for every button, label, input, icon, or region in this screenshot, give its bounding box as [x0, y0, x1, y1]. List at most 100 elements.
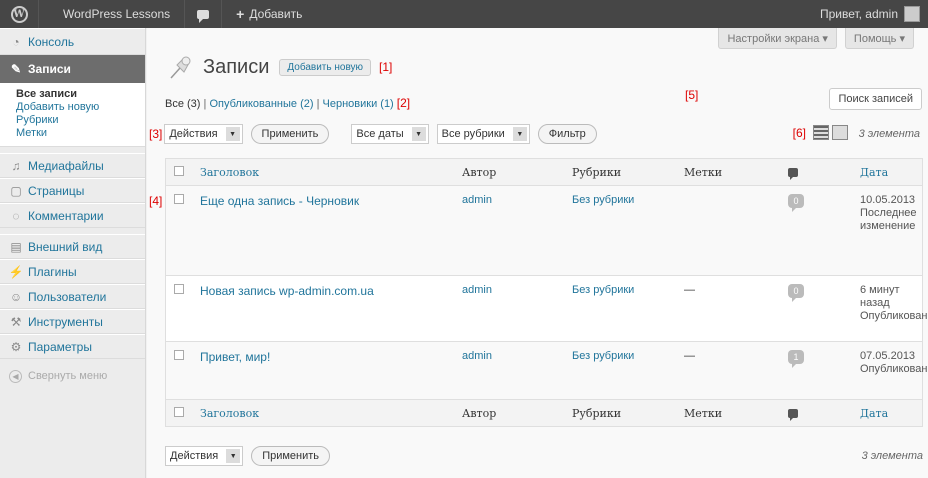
column-categories-header: Рубрики: [564, 158, 676, 186]
menu-item-pages[interactable]: ▢ Страницы: [0, 178, 145, 203]
menu-item-media[interactable]: ♫ Медиафайлы: [0, 153, 145, 178]
view-all-link[interactable]: Все (3): [165, 98, 200, 110]
comments-icon: ◌: [12, 208, 20, 223]
bulk-actions-select[interactable]: Действия ▼: [164, 124, 243, 144]
column-title-footer[interactable]: Заголовок: [200, 407, 259, 420]
appearance-icon: ▤: [10, 239, 22, 254]
menu-label: Комментарии: [28, 208, 104, 223]
category-link[interactable]: Без рубрики: [572, 194, 634, 206]
chevron-down-icon: ▼: [512, 127, 527, 141]
column-title-header[interactable]: Заголовок: [200, 166, 259, 179]
author-link[interactable]: admin: [462, 350, 492, 362]
wordpress-logo-icon[interactable]: W: [0, 0, 38, 28]
add-new-menu[interactable]: + Добавить: [222, 0, 310, 28]
posts-submenu: Все записи Добавить новую Рубрики Метки: [0, 83, 145, 147]
menu-item-users[interactable]: ☺ Пользователи: [0, 284, 145, 309]
annotation-marker: [3]: [149, 127, 163, 141]
comment-count-badge[interactable]: 0: [788, 194, 804, 212]
collapse-arrow-icon: ◀: [9, 369, 22, 383]
menu-item-appearance[interactable]: ▤ Внешний вид: [0, 234, 145, 259]
comment-icon: [197, 9, 210, 23]
select-value: Действия: [170, 450, 219, 462]
column-author-header: Автор: [454, 158, 564, 186]
menu-item-plugins[interactable]: ⚡ Плагины: [0, 259, 145, 284]
menu-item-dashboard[interactable]: ◔ Консоль: [0, 28, 145, 55]
column-date-header[interactable]: Дата: [860, 166, 888, 179]
column-tags-header: Метки: [676, 158, 780, 186]
users-icon: ☺: [9, 289, 23, 304]
comments-button[interactable]: [185, 0, 221, 28]
table-header-row: Заголовок Автор Рубрики Метки Дата: [165, 158, 923, 186]
pages-icon: ▢: [10, 183, 22, 198]
menu-item-posts[interactable]: ✎ Записи: [0, 55, 145, 83]
apply-button[interactable]: Применить: [250, 124, 330, 144]
author-link[interactable]: admin: [462, 284, 492, 296]
select-value: Все рубрики: [441, 128, 505, 140]
dates-filter-select[interactable]: Все даты ▼: [351, 124, 429, 144]
comment-count-badge[interactable]: 0: [788, 284, 804, 302]
select-all-checkbox[interactable]: [174, 406, 184, 417]
menu-item-tools[interactable]: ⚒ Инструменты: [0, 309, 145, 334]
items-count: 3 элемента: [861, 450, 923, 462]
post-title-link[interactable]: Новая запись wp-admin.com.ua: [200, 284, 374, 298]
screen-options-tab[interactable]: Настройки экрана ▾: [718, 28, 837, 49]
view-published-link[interactable]: Опубликованные (2): [209, 98, 313, 110]
post-title-link[interactable]: Еще одна запись - Черновик: [200, 194, 359, 208]
menu-label: Плагины: [28, 264, 77, 279]
row-checkbox[interactable]: [174, 194, 184, 204]
chevron-down-icon: ▼: [226, 449, 241, 463]
bulk-actions-select-bottom[interactable]: Действия ▼: [165, 446, 244, 466]
media-icon: ♫: [11, 158, 21, 173]
column-author-footer: Автор: [454, 399, 564, 427]
my-account-menu[interactable]: Привет, admin: [812, 0, 928, 28]
menu-label: Записи: [28, 62, 71, 76]
menu-item-settings[interactable]: ⚙ Параметры: [0, 334, 145, 359]
list-view-icon[interactable]: [813, 125, 829, 140]
menu-item-comments[interactable]: ◌ Комментарии: [0, 203, 145, 228]
submenu-tags[interactable]: Метки: [16, 127, 145, 140]
author-link[interactable]: admin: [462, 194, 492, 206]
row-checkbox[interactable]: [174, 284, 184, 294]
annotation-marker: [1]: [379, 60, 393, 74]
post-date: 07.05.2013 Опубликовано: [860, 350, 928, 375]
category-link[interactable]: Без рубрики: [572, 350, 634, 362]
filter-button[interactable]: Фильтр: [537, 124, 597, 144]
comment-count-badge[interactable]: 1: [788, 350, 804, 368]
excerpt-view-icon[interactable]: [832, 125, 848, 140]
chevron-down-icon: ▼: [411, 127, 426, 141]
tools-icon: ⚒: [10, 314, 22, 329]
select-all-checkbox[interactable]: [174, 165, 184, 176]
column-categories-footer: Рубрики: [564, 399, 676, 427]
submenu-all-posts[interactable]: Все записи: [16, 88, 145, 101]
view-drafts-link[interactable]: Черновики (1): [323, 98, 394, 110]
row-checkbox[interactable]: [174, 350, 184, 360]
select-value: Все даты: [356, 128, 404, 140]
menu-label: Пользователи: [28, 289, 107, 304]
collapse-menu-button[interactable]: ◀ Свернуть меню: [0, 363, 145, 389]
page-header: Записи Добавить новую [1]: [167, 54, 392, 80]
annotation-marker: [5]: [685, 88, 699, 102]
help-tab[interactable]: Помощь ▾: [844, 28, 914, 49]
post-date: 10.05.2013 Последнее изменение: [860, 194, 917, 232]
submenu-categories[interactable]: Рубрики: [16, 114, 145, 127]
menu-label: Консоль: [28, 34, 75, 49]
dashboard-icon: ◔: [12, 34, 20, 49]
tablenav-bottom: Действия ▼ Применить 3 элемента: [165, 446, 923, 466]
category-link[interactable]: Без рубрики: [572, 284, 634, 296]
tags-cell: [676, 185, 780, 276]
add-new-post-button[interactable]: Добавить новую: [279, 58, 372, 76]
plugins-icon: ⚡: [8, 264, 24, 279]
column-date-footer[interactable]: Дата: [860, 407, 888, 420]
submenu-add-new[interactable]: Добавить новую: [16, 101, 145, 114]
site-name-link[interactable]: WordPress Lessons: [39, 0, 184, 28]
search-posts-button[interactable]: Поиск записей: [829, 88, 922, 110]
categories-filter-select[interactable]: Все рубрики ▼: [436, 124, 530, 144]
menu-label: Внешний вид: [28, 239, 103, 254]
view-switch: [6]: [793, 125, 848, 140]
post-title-link[interactable]: Привет, мир!: [200, 350, 270, 364]
menu-label: Параметры: [28, 339, 92, 354]
pin-icon: ✎: [10, 62, 22, 76]
add-new-label: Добавить: [249, 7, 303, 21]
apply-button-bottom[interactable]: Применить: [251, 446, 331, 466]
comments-column-icon: [788, 167, 798, 180]
